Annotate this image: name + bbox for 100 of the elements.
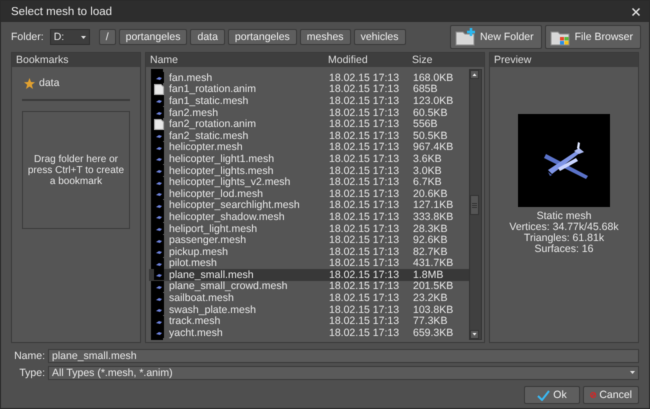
document-icon <box>154 84 164 95</box>
path-button[interactable]: vehicles <box>354 29 406 45</box>
mesh-icon <box>154 72 164 84</box>
file-row[interactable]: helicopter_light1.mesh 18.02.15 17:13 3.6KB <box>149 153 469 165</box>
file-size: 82.7KB <box>413 246 448 258</box>
file-row[interactable]: track.mesh 18.02.15 17:13 77.3KB <box>149 315 469 328</box>
file-size: 3.0KB <box>413 164 442 177</box>
checkmark-icon <box>537 390 550 400</box>
panel-header: Bookmarks <box>12 53 140 67</box>
file-name: passenger.mesh <box>169 234 246 246</box>
modified-date: 18.02.15 17:13 <box>329 94 400 107</box>
file-row[interactable]: helicopter_searchlight.mesh 18.02.15 17:13 127.1KB <box>149 200 469 212</box>
file-size: 1.8MB <box>413 268 444 281</box>
file-row[interactable]: helicopter_lod.mesh 18.02.15 17:13 20.6KB <box>149 188 469 200</box>
modified-date: 18.02.15 17:13 <box>329 188 400 200</box>
scroll-thumb <box>470 194 479 214</box>
file-row[interactable]: fan2_static.mesh 18.02.15 17:13 50.5KB <box>149 130 469 142</box>
mesh-icon <box>154 107 164 118</box>
file-size: 3.6KB <box>413 152 442 165</box>
type-dropdown[interactable]: All Types (*.mesh, *.anim) <box>48 366 639 380</box>
file-name: helicopter_lights.mesh <box>169 164 274 177</box>
name-field[interactable]: plane_small.mesh <box>48 348 639 362</box>
column-header[interactable]: Name <box>150 54 328 66</box>
file-row[interactable]: helicopter_lights.mesh 18.02.15 17:13 3.0KB <box>149 164 469 176</box>
modified-date: 18.02.15 17:13 <box>329 210 400 223</box>
path-button[interactable]: portangeles <box>228 29 297 45</box>
file-size: 6.7KB <box>413 176 442 188</box>
file-row[interactable]: helicopter.mesh 18.02.15 17:13 967.4KB <box>149 142 469 154</box>
modified-date: 18.02.15 17:13 <box>329 141 400 154</box>
bookmark-item[interactable]: data <box>39 77 60 89</box>
window-title: Select mesh to load <box>11 6 112 18</box>
file-row[interactable]: yacht.mesh 18.02.15 17:13 659.3KB <box>149 327 469 339</box>
scroll-down-icon <box>470 330 479 339</box>
path-button[interactable]: / <box>98 29 116 45</box>
file-name: helicopter_lights_v2.mesh <box>169 176 292 188</box>
column-header[interactable]: Modified <box>328 54 412 66</box>
modified-date: 18.02.15 17:13 <box>329 176 400 188</box>
file-row[interactable]: passenger.mesh 18.02.15 17:13 92.6KB <box>149 234 469 246</box>
column-header[interactable]: Size <box>412 54 472 66</box>
file-browser-button[interactable]: File Browser <box>544 25 641 49</box>
file-row[interactable]: fan.mesh 18.02.15 17:13 168.0KB <box>149 72 469 84</box>
file-row[interactable]: fan2.mesh 18.02.15 17:13 60.5KB <box>149 106 469 118</box>
field-label: Name: <box>13 350 46 362</box>
star-icon <box>24 78 35 88</box>
file-name: fan2.mesh <box>169 106 220 119</box>
modified-date: 18.02.15 17:13 <box>329 118 400 130</box>
file-size: 50.5KB <box>413 130 448 142</box>
file-size: 431.7KB <box>413 257 454 270</box>
file-size: 659.3KB <box>413 326 454 339</box>
file-row[interactable]: swash_plate.mesh 18.02.15 17:13 103.8KB <box>149 304 469 316</box>
file-name: track.mesh <box>169 315 220 328</box>
mesh-stat: Triangles: 61.81k <box>524 233 604 244</box>
scrollbar[interactable] <box>469 69 482 340</box>
file-row[interactable]: fan2_rotation.anim 18.02.15 17:13 556B <box>149 118 469 130</box>
file-row[interactable]: fan1_static.mesh 18.02.15 17:13 123.0KB <box>149 95 469 107</box>
cancel-button[interactable]: Cancel <box>583 386 639 404</box>
modified-date: 18.02.15 17:13 <box>329 130 400 142</box>
modified-date: 18.02.15 17:13 <box>329 280 400 292</box>
modified-date: 18.02.15 17:13 <box>329 246 400 258</box>
mesh-icon <box>154 269 164 280</box>
mesh-icon <box>154 327 164 338</box>
file-name: yacht.mesh <box>169 326 224 339</box>
new-folder-button[interactable]: New Folder <box>450 25 542 49</box>
modified-date: 18.02.15 17:13 <box>329 164 400 177</box>
modified-date: 18.02.15 17:13 <box>329 83 400 96</box>
drive-dropdown[interactable]: D: <box>50 29 90 45</box>
ok-button[interactable]: Ok <box>524 386 580 404</box>
file-row[interactable]: helicopter_lights_v2.mesh 18.02.15 17:13 6.7KB <box>149 176 469 188</box>
caret-icon <box>630 371 635 374</box>
mesh-stat: Surfaces: 16 <box>534 244 594 255</box>
modified-date: 18.02.15 17:13 <box>329 234 400 246</box>
path-button[interactable]: data <box>190 29 225 45</box>
document-icon <box>154 118 164 130</box>
file-size: 23.2KB <box>413 292 448 304</box>
file-row[interactable]: pilot.mesh 18.02.15 17:13 431.7KB <box>149 258 469 270</box>
file-row[interactable]: helicopter_shadow.mesh 18.02.15 17:13 333.8KB <box>149 211 469 223</box>
file-row[interactable]: pickup.mesh 18.02.15 17:13 82.7KB <box>149 246 469 258</box>
file-row[interactable]: fan1_rotation.anim 18.02.15 17:13 685B <box>149 84 469 96</box>
file-size: 201.5KB <box>413 280 454 292</box>
file-name: heliport_light.mesh <box>169 222 258 235</box>
path-button[interactable]: meshes <box>300 29 351 45</box>
file-size: 123.0KB <box>413 94 454 107</box>
new-folder-icon <box>454 28 477 46</box>
file-size: 168.0KB <box>413 72 454 84</box>
file-name: helicopter_light1.mesh <box>169 152 276 165</box>
bookmark-drop-area[interactable]: Drag folder here or press Ctrl+T to create a bookmark <box>22 111 130 229</box>
modified-date: 18.02.15 17:13 <box>329 152 400 165</box>
close-icon[interactable] <box>631 6 641 16</box>
file-row[interactable]: plane_small.mesh 18.02.15 17:13 1.8MB <box>149 269 469 281</box>
file-row[interactable]: heliport_light.mesh 18.02.15 17:13 28.3KB <box>149 222 469 234</box>
mesh-type: Static mesh <box>536 211 592 222</box>
path-button[interactable]: portangeles <box>118 29 188 45</box>
modified-date: 18.02.15 17:13 <box>329 304 400 316</box>
file-name: fan2_rotation.anim <box>169 118 257 130</box>
file-name: plane_small.mesh <box>169 268 254 281</box>
file-row[interactable]: sailboat.mesh 18.02.15 17:13 23.2KB <box>149 292 469 304</box>
file-row[interactable]: plane_small_crowd.mesh 18.02.15 17:13 201.5KB <box>149 280 469 292</box>
cancel-icon <box>590 389 596 401</box>
file-size: 28.3KB <box>413 222 448 235</box>
modified-date: 18.02.15 17:13 <box>329 106 400 119</box>
